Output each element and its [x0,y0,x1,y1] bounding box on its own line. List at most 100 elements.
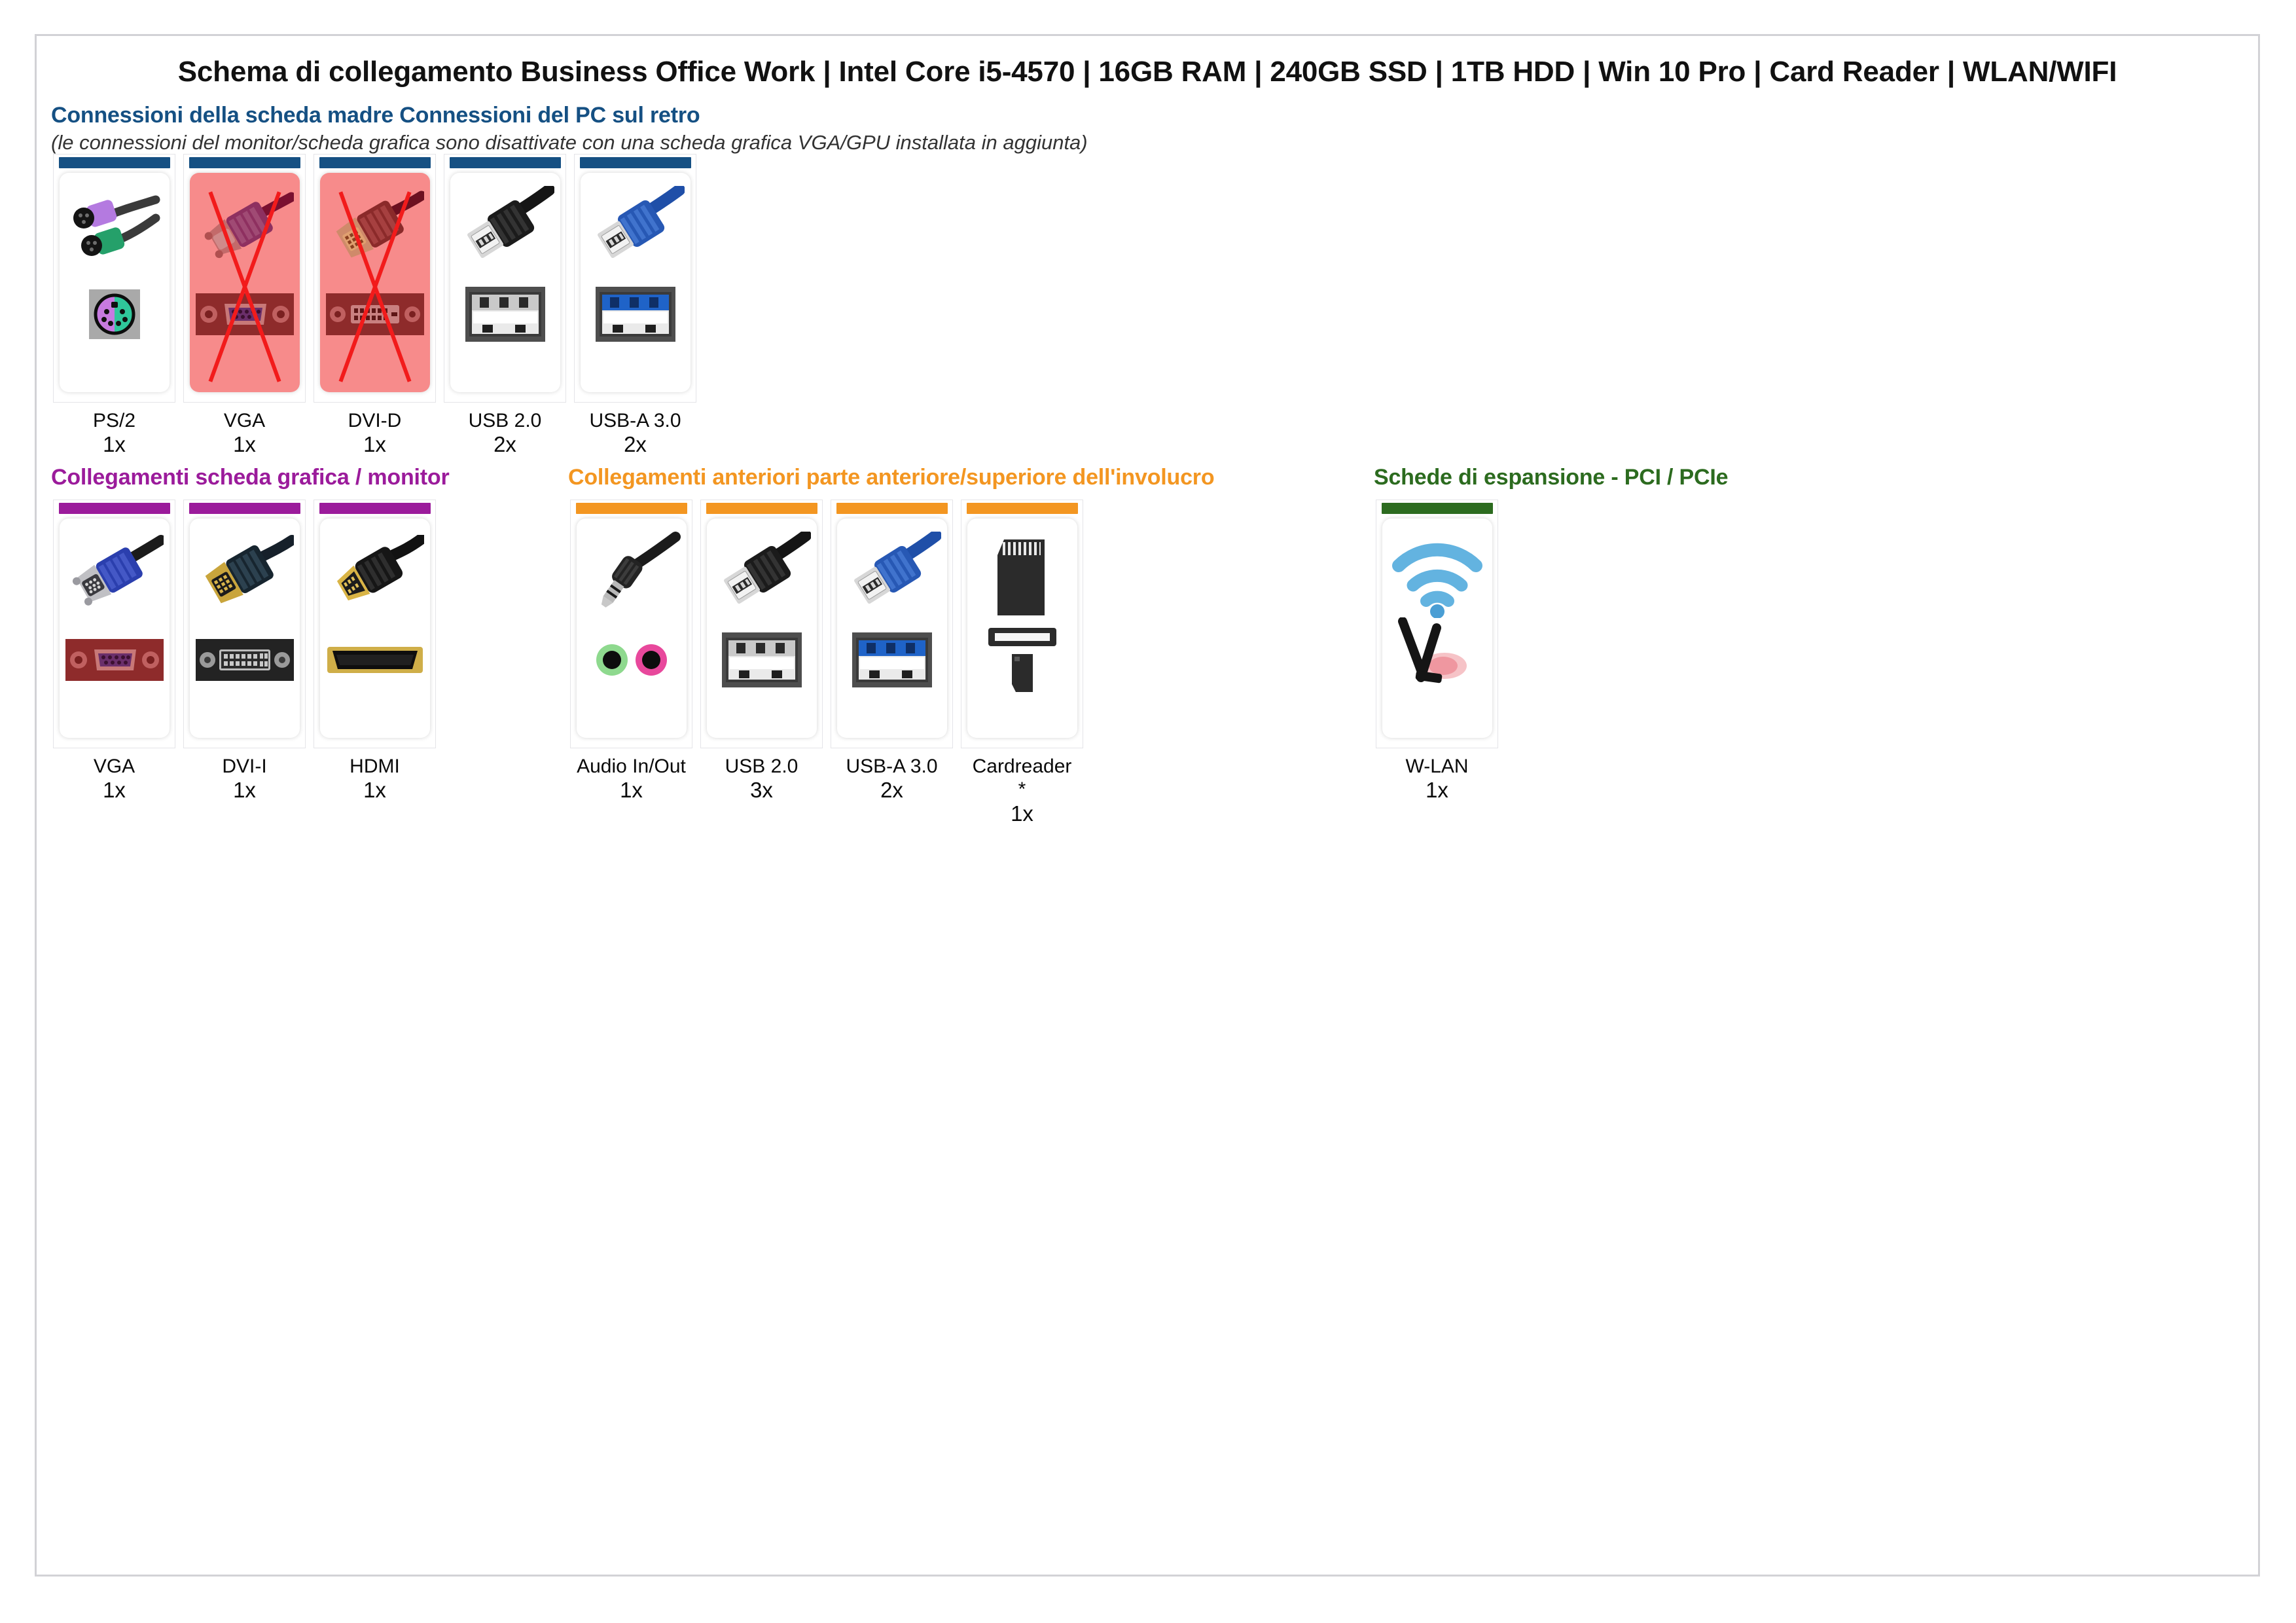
card-inner [319,519,430,738]
audio-jacks-port-icon [577,629,687,691]
connector-card-body [961,500,1083,748]
connector-name: W-LAN [1405,756,1469,777]
connector-caption: Audio In/Out 1x [577,755,686,803]
connector-count: 3x [750,778,773,803]
card-inner [59,173,170,392]
vga-plug-icon [190,182,300,282]
connector-caption: VGA 1x [224,409,265,458]
connector-name: USB-A 3.0 [846,756,938,777]
connector-card-dvi-d[interactable]: DVI-D 1x [312,154,438,458]
connector-name: DVI-I [222,756,267,777]
card-row-expansion: W-LAN 1x [1374,500,1504,803]
connector-caption: W-LAN 1x [1405,755,1468,803]
usb3-port-icon [837,629,947,691]
connector-count: 1x [103,778,126,803]
connector-card-body [574,154,696,403]
connector-card-body [1376,500,1498,748]
ps2-plug-icon [60,182,170,282]
connector-card-hdmi[interactable]: HDMI 1x [312,500,438,803]
card-accent-bar [836,503,948,514]
ps2-port-icon [60,283,170,346]
connector-card-body [570,500,692,748]
vga-blue-plug-icon [60,528,170,627]
card-row-front: Audio In/Out 1x USB 2.0 3x USB-A 3.0 2x … [568,500,1089,827]
card-inner [59,519,170,738]
connector-name: HDMI [350,756,400,777]
connector-count: 1x [1426,778,1448,803]
audio-jack-plug-icon [577,528,687,627]
page-title: Schema di collegamento Business Office W… [177,56,2117,88]
connector-card-usb-2-0[interactable]: USB 2.0 3x [698,500,825,803]
card-inner [967,519,1077,738]
card-inner [1382,519,1492,738]
card-accent-bar [706,503,817,514]
connector-card-cardreader[interactable]: Cardreader * 1x [959,500,1085,827]
connector-name: USB 2.0 [468,410,542,431]
dvii-port-icon [190,629,300,691]
connector-count: 1x [103,432,126,457]
connector-caption: HDMI 1x [350,755,400,803]
connector-count: 1x [1011,801,1033,826]
connector-card-usb-2-0[interactable]: USB 2.0 2x [442,154,568,458]
connector-count: 1x [233,778,256,803]
connector-name: PS/2 [92,410,136,431]
card-accent-bar [575,503,687,514]
connector-caption: USB-A 3.0 2x [589,409,681,458]
connector-count: 1x [363,778,386,803]
connector-card-ps-2[interactable]: PS/2 1x [51,154,177,458]
sd-card-icon [967,528,1077,627]
usb2-port-icon [707,629,817,691]
connector-name: DVI-D [348,410,402,431]
connector-card-body [314,500,436,748]
usb3-plug-icon [837,528,947,627]
connector-name: Audio In/Out [577,756,686,777]
connector-caption: PS/2 1x [93,409,135,458]
usb2-plug-icon [450,182,560,282]
document-frame: Schema di collegamento Business Office W… [35,34,2260,1577]
connector-count: 1x [233,432,256,457]
connector-caption: USB 2.0 3x [725,755,798,803]
connector-caption: USB-A 3.0 2x [846,755,937,803]
connector-name: USB-A 3.0 [589,410,681,431]
card-row-graphics: VGA 1x DVI-I 1x HDMI 1x [51,500,442,803]
connector-footnote-marker: * [1018,778,1026,801]
connector-card-w-lan[interactable]: W-LAN 1x [1374,500,1500,803]
section-heading-motherboard: Connessioni della scheda madre Connessio… [51,103,700,128]
connector-card-vga[interactable]: VGA 1x [181,154,308,458]
connector-count: 1x [620,778,643,803]
card-accent-bar [319,503,431,514]
usb3-plug-icon [581,182,691,282]
card-accent-bar [188,503,300,514]
dvi-plug-icon [320,182,430,282]
connector-caption: USB 2.0 2x [469,409,542,458]
section-heading-front: Collegamenti anteriori parte anteriore/s… [568,465,1215,490]
usb2-plug-icon [707,528,817,627]
hdmi-port-icon [320,629,430,691]
connector-name: Cardreader [972,756,1072,777]
usb2-port-icon [450,283,560,346]
connector-card-body [53,500,175,748]
dvid-port-icon [320,283,430,346]
connector-card-vga[interactable]: VGA 1x [51,500,177,803]
vga-port-icon [60,629,170,691]
section-subheading-motherboard: (le connessioni del monitor/scheda grafi… [51,131,1088,154]
card-inner [836,519,947,738]
card-accent-bar [188,157,300,168]
connector-card-audio-in-out[interactable]: Audio In/Out 1x [568,500,694,803]
connector-card-dvi-i[interactable]: DVI-I 1x [181,500,308,803]
connector-count: 2x [493,432,516,457]
connector-count: 2x [624,432,647,457]
usb3-port-icon [581,283,691,346]
card-inner-disabled [189,173,300,392]
connector-card-usb-a-3-0[interactable]: USB-A 3.0 2x [572,154,698,458]
card-inner [450,173,560,392]
connector-card-usb-a-3-0[interactable]: USB-A 3.0 2x [829,500,955,803]
connector-caption: DVI-D 1x [348,409,402,458]
card-inner [706,519,817,738]
card-inner [580,173,691,392]
connector-card-body [831,500,953,748]
cardreader-slot-icon [967,628,1077,692]
card-row-motherboard: PS/2 1x VGA 1x DVI-D 1x USB 2.0 2x USB-A… [51,154,702,458]
connector-caption: DVI-I 1x [222,755,266,803]
wifi-signal-icon [1382,528,1492,627]
